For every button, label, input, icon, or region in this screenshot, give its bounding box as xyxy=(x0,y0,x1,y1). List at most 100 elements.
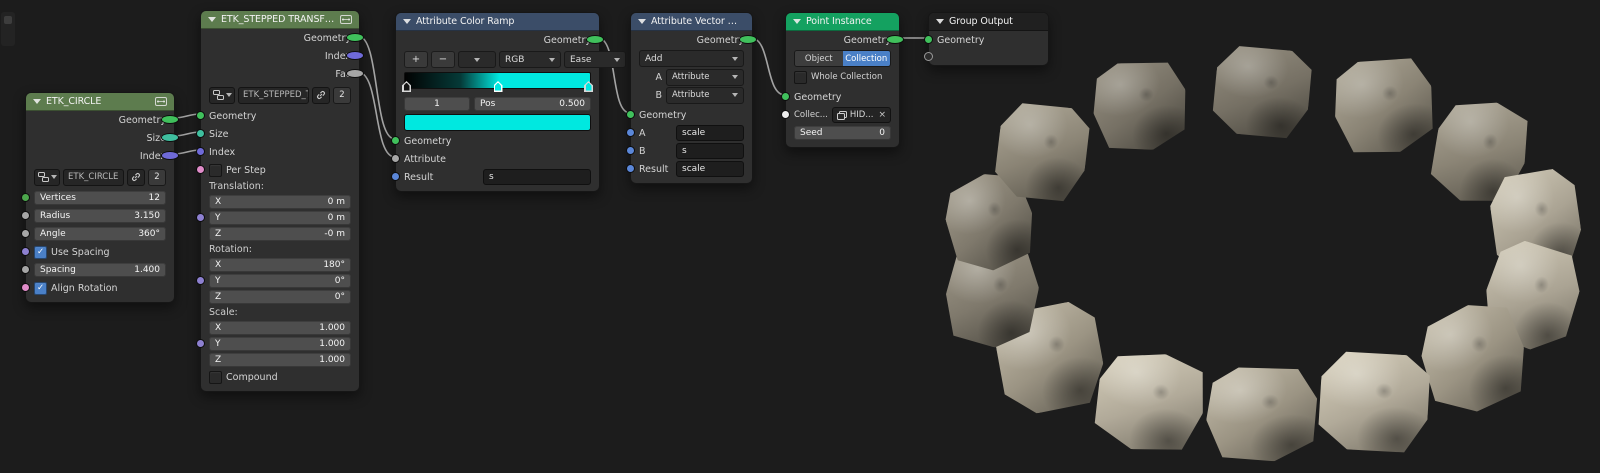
node-header-color-ramp[interactable]: Attribute Color Ramp xyxy=(396,13,599,31)
ramp-tools-dropdown[interactable] xyxy=(458,51,496,68)
node-title: Attribute Vector Math xyxy=(651,16,745,27)
node-group-browse-button[interactable] xyxy=(34,168,60,186)
node-group-users-button[interactable]: 2 xyxy=(333,86,351,104)
socket-geometry-input[interactable] xyxy=(626,109,635,119)
rotation-x-field[interactable]: X 180° xyxy=(209,258,351,272)
socket-geometry-input[interactable] xyxy=(924,34,933,44)
socket-a-input[interactable] xyxy=(626,127,635,137)
a-text-input[interactable]: scale xyxy=(676,125,744,141)
stop-position-field[interactable]: Pos 0.500 xyxy=(474,96,591,111)
node-header-group-output[interactable]: Group Output xyxy=(929,13,1048,31)
socket-geometry-input[interactable] xyxy=(196,110,205,120)
b-text-input[interactable]: s xyxy=(676,143,744,159)
radius-field[interactable]: Radius 3.150 xyxy=(34,209,166,223)
clear-collection-button[interactable]: × xyxy=(878,110,886,120)
a-type-dropdown[interactable]: Attribute xyxy=(666,68,744,86)
scale-z-field[interactable]: Z 1.000 xyxy=(209,353,351,367)
stop-index-field[interactable]: 1 xyxy=(404,96,470,111)
node-header-etk-stepped[interactable]: ETK_STEPPED TRANSFORM xyxy=(201,11,359,29)
socket-geometry-input[interactable] xyxy=(781,91,790,101)
socket-size-input[interactable] xyxy=(196,128,205,138)
socket-index-output[interactable] xyxy=(346,50,364,60)
node-etk-circle[interactable]: ETK_CIRCLE Geometry Size Index ETK_CIRCL… xyxy=(21,92,179,303)
node-header-vector-math[interactable]: Attribute Vector Math xyxy=(631,13,752,31)
operation-dropdown[interactable]: Add xyxy=(639,50,744,67)
translation-z-field[interactable]: Z -0 m xyxy=(209,227,351,241)
per-step-checkbox[interactable] xyxy=(209,163,222,177)
socket-angle-input[interactable] xyxy=(21,228,30,238)
collapse-icon[interactable] xyxy=(638,19,646,24)
socket-per-step-input[interactable] xyxy=(196,164,205,174)
socket-attribute-input[interactable] xyxy=(391,153,400,163)
mode-object-button[interactable]: Object xyxy=(795,51,843,66)
socket-scale-input[interactable] xyxy=(196,338,205,348)
node-point-instance[interactable]: Point Instance Geometry Object Collection… xyxy=(781,12,904,148)
remove-stop-button[interactable]: − xyxy=(431,51,455,68)
socket-spacing-input[interactable] xyxy=(21,264,30,274)
socket-collection-input[interactable] xyxy=(781,109,790,119)
node-group-browse-button[interactable] xyxy=(209,86,235,104)
collapse-icon[interactable] xyxy=(33,99,41,104)
socket-vertices-input[interactable] xyxy=(21,192,30,202)
compound-checkbox[interactable] xyxy=(209,370,222,384)
node-header-point-instance[interactable]: Point Instance xyxy=(786,13,899,31)
translation-x-field[interactable]: X 0 m xyxy=(209,195,351,209)
clipped-node-fragment xyxy=(1,12,15,46)
node-group-output[interactable]: Group Output Geometry xyxy=(924,12,1049,66)
color-mode-dropdown[interactable]: RGB xyxy=(499,51,561,68)
socket-geometry-output[interactable] xyxy=(346,32,364,42)
collapse-icon[interactable] xyxy=(208,17,216,22)
result-text-input[interactable]: s xyxy=(483,169,591,185)
whole-collection-checkbox[interactable] xyxy=(794,70,807,84)
result-text-input[interactable]: scale xyxy=(676,161,744,177)
socket-align-rotation-input[interactable] xyxy=(21,282,30,292)
node-etk-stepped-transform[interactable]: ETK_STEPPED TRANSFORM Geometry Index Fac… xyxy=(196,10,364,392)
socket-geometry-output[interactable] xyxy=(739,34,757,44)
socket-geometry-output[interactable] xyxy=(886,34,904,44)
socket-geometry-output[interactable] xyxy=(586,34,604,44)
socket-rotation-input[interactable] xyxy=(196,275,205,285)
scale-y-field[interactable]: Y 1.000 xyxy=(209,337,351,351)
socket-geometry-output[interactable] xyxy=(161,114,179,124)
node-group-name-field[interactable]: ETK_STEPPED_T... xyxy=(238,86,309,104)
color-ramp-widget[interactable] xyxy=(402,70,593,94)
interpolation-dropdown[interactable]: Ease xyxy=(564,51,626,68)
translation-y-field[interactable]: Y 0 m xyxy=(209,211,351,225)
socket-use-spacing-input[interactable] xyxy=(21,246,30,256)
node-group-users-button[interactable]: 2 xyxy=(148,168,166,186)
socket-index-input[interactable] xyxy=(196,146,205,156)
node-group-name-field[interactable]: ETK_CIRCLE xyxy=(63,168,124,186)
ramp-color-swatch[interactable] xyxy=(404,114,591,131)
socket-index-output[interactable] xyxy=(161,150,179,160)
socket-radius-input[interactable] xyxy=(21,210,30,220)
collection-id-field[interactable]: HID... × xyxy=(831,107,891,123)
dropdown-caret-icon xyxy=(549,57,555,62)
align-rotation-checkbox[interactable] xyxy=(34,281,47,295)
node-attribute-color-ramp[interactable]: Attribute Color Ramp Geometry + − RGB Ea… xyxy=(391,12,626,192)
socket-fac-output[interactable] xyxy=(346,68,364,78)
collapse-icon[interactable] xyxy=(403,19,411,24)
add-stop-button[interactable]: + xyxy=(404,51,428,68)
rotation-z-field[interactable]: Z 0° xyxy=(209,290,351,304)
seed-field[interactable]: Seed 0 xyxy=(794,126,891,140)
use-spacing-checkbox[interactable] xyxy=(34,245,47,259)
socket-empty-input[interactable] xyxy=(924,51,933,61)
socket-geometry-input[interactable] xyxy=(391,135,400,145)
socket-result-input[interactable] xyxy=(626,163,635,173)
node-header-etk-circle[interactable]: ETK_CIRCLE xyxy=(26,93,174,111)
mode-collection-button[interactable]: Collection xyxy=(842,51,890,66)
b-type-dropdown[interactable]: Attribute xyxy=(666,86,744,104)
angle-field[interactable]: Angle 360° xyxy=(34,227,166,241)
collapse-icon[interactable] xyxy=(936,19,944,24)
node-attribute-vector-math[interactable]: Attribute Vector Math Geometry Add A Att… xyxy=(626,12,757,184)
vertices-field[interactable]: Vertices 12 xyxy=(34,191,166,205)
node-editor-canvas[interactable]: ETK_CIRCLE Geometry Size Index ETK_CIRCL… xyxy=(0,0,1600,473)
rotation-y-field[interactable]: Y 0° xyxy=(209,274,351,288)
scale-x-field[interactable]: X 1.000 xyxy=(209,321,351,335)
collapse-icon[interactable] xyxy=(793,19,801,24)
socket-translation-input[interactable] xyxy=(196,212,205,222)
socket-size-output[interactable] xyxy=(161,132,179,142)
spacing-field[interactable]: Spacing 1.400 xyxy=(34,263,166,277)
socket-result-input[interactable] xyxy=(391,171,400,181)
socket-b-input[interactable] xyxy=(626,145,635,155)
